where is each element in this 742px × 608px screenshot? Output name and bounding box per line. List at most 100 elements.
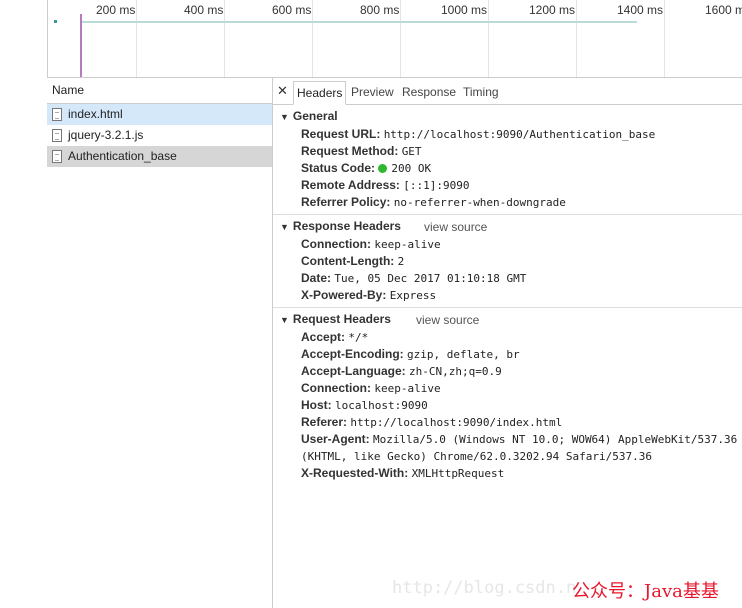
header-key: Date: [301,271,332,285]
header-key: X-Requested-With: [301,466,409,480]
tab-response[interactable]: Response [399,81,459,103]
timeline-gridline [400,0,401,77]
header-value: (KHTML, like Gecko) Chrome/62.0.3202.94 … [301,450,652,463]
header-row: Referrer Policy: no-referrer-when-downgr… [301,195,566,209]
request-list-panel: Name index.html jquery-3.2.1.js Authenti… [47,78,273,608]
header-value: Tue, 05 Dec 2017 01:10:18 GMT [334,272,527,285]
header-value: localhost:9090 [335,399,428,412]
detail-tab-bar: ✕ Headers Preview Response Timing [273,78,742,105]
request-row-authentication-base[interactable]: Authentication_base [47,146,272,167]
header-key: Accept-Encoding: [301,347,404,361]
document-icon [52,108,62,121]
timeline-gridline [664,0,665,77]
timeline-gridline [576,0,577,77]
header-value: GET [401,145,422,158]
section-divider [273,214,742,215]
timeline-tick: 1400 ms [617,3,664,17]
blog-url-watermark: http://blog.csdn.n [392,578,577,598]
header-key: Host: [301,398,332,412]
header-row: Connection: keep-alive [301,237,441,251]
header-value: XMLHttpRequest [411,467,505,480]
request-name: jquery-3.2.1.js [68,128,144,142]
header-row: Accept-Language: zh-CN,zh;q=0.9 [301,364,502,378]
header-key: Remote Address: [301,178,400,192]
wechat-account-watermark: 公众号：Java基基 [572,581,719,602]
triangle-down-icon: ▼ [280,315,289,325]
header-row: X-Requested-With: XMLHttpRequest [301,466,504,480]
timeline-gridline [136,0,137,77]
triangle-down-icon: ▼ [280,112,289,122]
header-value: 2 [397,255,405,268]
general-section-toggle[interactable]: ▼ General [280,109,338,123]
header-key: Request URL: [301,127,381,141]
request-row-jquery[interactable]: jquery-3.2.1.js [47,125,272,146]
header-key: Accept-Language: [301,364,406,378]
header-key: X-Powered-By: [301,288,387,302]
header-key: Accept: [301,330,346,344]
timeline-tick: 800 ms [360,3,400,17]
header-value: zh-CN,zh;q=0.9 [409,365,502,378]
header-value: 200 OK [391,162,432,175]
header-key: User-Agent: [301,432,370,446]
request-name: Authentication_base [68,149,177,163]
header-key: Status Code: [301,161,376,175]
header-row: Remote Address: [::1]:9090 [301,178,470,192]
section-title: Response Headers [292,219,401,233]
header-key: Referrer Policy: [301,195,391,209]
timeline-tick: 600 ms [272,3,312,17]
timeline-tick: 400 ms [184,3,224,17]
request-row-index-html[interactable]: index.html [47,104,272,125]
tab-timing[interactable]: Timing [460,81,502,103]
section-title: Request Headers [292,312,391,326]
header-key: Content-Length: [301,254,395,268]
timeline-tick: 200 ms [96,3,136,17]
response-headers-section-toggle[interactable]: ▼ Response Headers [280,219,401,233]
timeline-gridline [224,0,225,77]
triangle-down-icon: ▼ [280,222,289,232]
header-value: Express [389,289,437,302]
close-icon[interactable]: ✕ [277,83,288,99]
timeline-gridline [488,0,489,77]
header-row: Request Method: GET [301,144,422,158]
header-value: */* [348,331,369,344]
header-row: Referer: http://localhost:9090/index.htm… [301,415,562,429]
section-divider [273,307,742,308]
timeline-tick: 1000 ms [441,3,488,17]
header-row: Accept: */* [301,330,368,344]
request-headers-section-toggle[interactable]: ▼ Request Headers [280,312,391,326]
request-detail-panel: ✕ Headers Preview Response Timing ▼ Gener… [273,78,742,608]
header-key: Request Method: [301,144,399,158]
header-row: Accept-Encoding: gzip, deflate, br [301,347,520,361]
document-icon [52,129,62,142]
request-name: index.html [68,107,123,121]
timeline-overview[interactable]: 200 ms 400 ms 600 ms 800 ms 1000 ms 1200… [47,0,742,78]
header-row: Date: Tue, 05 Dec 2017 01:10:18 GMT [301,271,526,285]
header-row: Connection: keep-alive [301,381,441,395]
header-row-continuation: (KHTML, like Gecko) Chrome/62.0.3202.94 … [301,449,652,463]
timeline-activity-start [54,20,57,23]
name-column-header[interactable]: Name [47,78,272,104]
tab-headers[interactable]: Headers [293,81,347,105]
status-ok-icon [378,164,388,173]
header-row: Content-Length: 2 [301,254,404,268]
view-source-link[interactable]: view source [416,313,479,327]
header-value: no-referrer-when-downgrade [393,196,566,209]
header-row: Host: localhost:9090 [301,398,428,412]
timeline-activity-bar [82,21,637,23]
header-value: http://localhost:9090/Authentication_bas… [383,128,656,141]
document-icon [52,150,62,163]
tab-preview[interactable]: Preview [348,81,397,103]
header-value: gzip, deflate, br [407,348,520,361]
section-title: General [292,109,338,123]
timeline-tick: 1200 ms [529,3,576,17]
header-value: Mozilla/5.0 (Windows NT 10.0; WOW64) App… [373,433,738,446]
timeline-load-marker [80,14,82,77]
timeline-gridline [312,0,313,77]
header-row: Status Code: 200 OK [301,161,431,175]
header-row: User-Agent: Mozilla/5.0 (Windows NT 10.0… [301,432,737,446]
view-source-link[interactable]: view source [424,220,487,234]
header-value: keep-alive [374,382,441,395]
left-edge-strip [0,0,48,608]
header-key: Connection: [301,237,371,251]
header-row: X-Powered-By: Express [301,288,436,302]
